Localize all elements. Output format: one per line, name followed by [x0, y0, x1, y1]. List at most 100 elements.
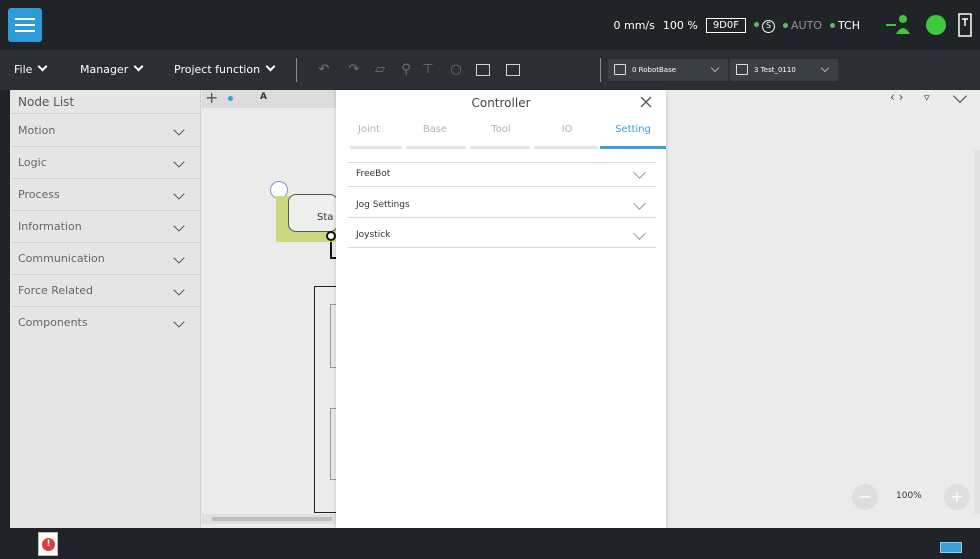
- project-function-label: Project function: [174, 63, 261, 76]
- teach-mode: TCH: [829, 18, 860, 32]
- section-label: Jog Settings: [356, 200, 410, 210]
- node-category-components[interactable]: Components: [10, 308, 201, 339]
- chevron-down-icon: [173, 156, 185, 168]
- filter-icon[interactable]: ▿: [924, 91, 938, 105]
- node-category-communication[interactable]: Communication: [10, 244, 201, 275]
- tab-joint[interactable]: Joint: [336, 124, 402, 146]
- toolbar-divider: [296, 58, 297, 82]
- start-node-label: Sta: [317, 212, 334, 223]
- canvas-tab-bar: [202, 90, 336, 108]
- chevron-down-icon: [633, 227, 646, 240]
- hamburger-menu-button[interactable]: [8, 8, 42, 42]
- teach-mode-label: TCH: [837, 18, 860, 32]
- speed-readout: 0 mm/s: [613, 18, 655, 32]
- node-category-logic[interactable]: Logic: [10, 148, 201, 179]
- node-category-label: Communication: [18, 252, 105, 265]
- dof-indicator[interactable]: 9D0F: [705, 17, 746, 33]
- safety-status: S: [754, 18, 775, 33]
- auto-mode: AUTO: [783, 19, 822, 32]
- robot-status-indicator[interactable]: [926, 15, 946, 35]
- keyboard-icon[interactable]: [940, 542, 962, 553]
- auto-mode-label: AUTO: [791, 18, 822, 32]
- zoom-level: 100%: [896, 491, 922, 501]
- zoom-in-button[interactable]: +: [944, 484, 970, 510]
- horizontal-scrollbar[interactable]: [202, 514, 336, 524]
- left-edge-strip: [0, 90, 10, 528]
- node-category-label: Motion: [18, 124, 56, 137]
- chevron-down-icon: [173, 124, 185, 136]
- tab-underline-active: [600, 146, 666, 149]
- tab-underline: [470, 146, 530, 149]
- safety-s-icon: S: [762, 19, 775, 33]
- tab-io[interactable]: IO: [534, 124, 600, 146]
- manager-menu[interactable]: Manager: [80, 50, 144, 90]
- redo-icon[interactable]: ↷: [346, 62, 362, 78]
- section-joystick[interactable]: Joystick: [348, 224, 656, 248]
- node-list-title: Node List: [10, 90, 201, 114]
- tab-underline: [534, 146, 598, 149]
- tab-setting[interactable]: Setting: [600, 124, 666, 146]
- section-freebot[interactable]: FreeBot: [348, 163, 656, 187]
- chevron-down-icon: [265, 61, 276, 72]
- alarm-button[interactable]: !: [38, 532, 58, 556]
- chevron-down-icon: [37, 61, 48, 72]
- canvas-tab-a[interactable]: A: [260, 92, 267, 102]
- node-category-motion[interactable]: Motion: [10, 116, 201, 147]
- toolbar-divider: [600, 58, 601, 82]
- node-connector[interactable]: [326, 231, 336, 241]
- alarm-icon: !: [42, 538, 55, 551]
- main-toolbar: File Manager Project function ↶ ↷ ▱ ⚲ ⊤ …: [0, 50, 980, 90]
- robot-connection-icon[interactable]: [886, 14, 912, 36]
- chevron-down-icon: [133, 61, 144, 72]
- chevron-down-icon[interactable]: [952, 88, 968, 104]
- file-menu[interactable]: File: [14, 50, 48, 90]
- chevron-down-icon: [820, 63, 830, 73]
- node-list-panel: Node List Motion Logic Process Informati…: [10, 90, 201, 528]
- dialog-title: Controller: [471, 96, 531, 110]
- node-category-force-related[interactable]: Force Related: [10, 276, 201, 307]
- manager-menu-label: Manager: [80, 63, 129, 76]
- tab-base[interactable]: Base: [402, 124, 468, 146]
- robot-base-select[interactable]: 0 RobotBase: [608, 59, 728, 81]
- add-tab-icon[interactable]: +: [205, 90, 218, 106]
- expand-icon[interactable]: [476, 64, 490, 76]
- file-menu-label: File: [14, 63, 33, 76]
- node-category-process[interactable]: Process: [10, 180, 201, 211]
- undo-icon[interactable]: ↶: [316, 62, 332, 78]
- start-node[interactable]: Sta: [288, 194, 338, 232]
- chevron-down-icon: [173, 252, 185, 264]
- top-status-bar: 0 mm/s 100 % 9D0F S AUTO TCH: [0, 0, 980, 50]
- tool-select[interactable]: 3 Test_0110: [730, 59, 838, 81]
- chevron-down-icon: [173, 284, 185, 296]
- eraser-icon[interactable]: ▱: [372, 62, 388, 78]
- node-category-information[interactable]: Information: [10, 212, 201, 243]
- tab-underline: [350, 146, 402, 149]
- comment-icon[interactable]: ○: [448, 62, 464, 78]
- prev-next-icon[interactable]: ‹ ›: [890, 90, 910, 108]
- close-icon[interactable]: [638, 94, 654, 110]
- node-category-label: Information: [18, 220, 82, 233]
- search-icon[interactable]: ⚲: [398, 62, 414, 78]
- node-category-label: Components: [18, 316, 88, 329]
- tab-underline: [406, 146, 466, 149]
- chevron-down-icon: [173, 316, 185, 328]
- controller-dialog: Controller Joint Base Tool IO Setting Fr…: [336, 90, 666, 528]
- node-category-label: Logic: [18, 156, 47, 169]
- chevron-down-icon: [173, 220, 185, 232]
- breakpoint-icon[interactable]: ⊤: [420, 62, 436, 78]
- node-category-label: Force Related: [18, 284, 94, 297]
- zoom-out-button[interactable]: −: [852, 484, 878, 510]
- section-label: FreeBot: [356, 169, 391, 179]
- bottom-status-bar: !: [0, 528, 980, 559]
- tab-tool[interactable]: Tool: [468, 124, 534, 146]
- teach-pendant-icon[interactable]: [956, 12, 976, 38]
- collapse-icon[interactable]: [506, 64, 520, 76]
- vertical-scrollbar[interactable]: [974, 150, 980, 514]
- speed-override[interactable]: 100 %: [663, 19, 698, 32]
- chevron-down-icon: [173, 188, 185, 200]
- tool-icon: [736, 64, 748, 75]
- section-jog-settings[interactable]: Jog Settings: [348, 194, 656, 218]
- section-label: Joystick: [356, 230, 391, 240]
- node-category-label: Process: [18, 188, 60, 201]
- project-function-menu[interactable]: Project function: [174, 50, 276, 90]
